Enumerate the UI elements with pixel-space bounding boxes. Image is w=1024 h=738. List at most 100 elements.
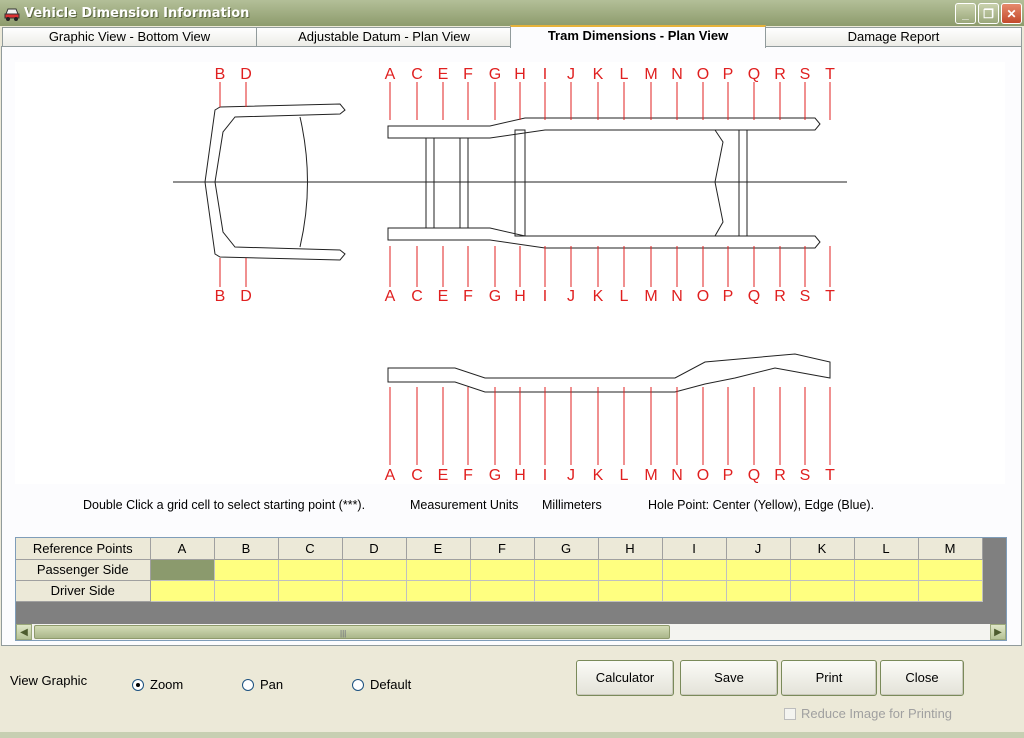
label-top-J: J: [567, 66, 575, 83]
restore-button[interactable]: ❐: [978, 3, 999, 24]
crossmember-4: [714, 129, 724, 237]
label-bottom-L: L: [620, 288, 629, 305]
radio-zoom[interactable]: Zoom: [132, 677, 183, 692]
tab-tram-dimensions[interactable]: Tram Dimensions - Plan View: [510, 25, 766, 48]
radio-default[interactable]: Default: [352, 677, 411, 692]
grid-column-header-J[interactable]: J: [726, 538, 791, 560]
grid-column-header-E[interactable]: E: [406, 538, 471, 560]
radio-default-indicator[interactable]: [352, 678, 364, 691]
close-window-button[interactable]: ✕: [1001, 3, 1022, 24]
calculator-button[interactable]: Calculator: [576, 660, 674, 696]
grid-cell[interactable]: [790, 559, 855, 581]
grid-cell[interactable]: [406, 580, 471, 602]
grid-cell[interactable]: [662, 559, 727, 581]
minimize-button[interactable]: _: [955, 3, 976, 24]
grid-cell[interactable]: [470, 580, 535, 602]
label-side-E: E: [438, 467, 449, 484]
instruction-text: Double Click a grid cell to select start…: [83, 498, 366, 512]
units-label: Measurement Units: [410, 498, 519, 512]
grid-cell[interactable]: [854, 559, 919, 581]
label-side-I: I: [543, 467, 547, 484]
label-bottom-H: H: [514, 288, 526, 305]
label-top-L: L: [620, 66, 629, 83]
grid-cell[interactable]: [470, 559, 535, 581]
scroll-left-icon[interactable]: ◀: [16, 624, 32, 640]
grid-row-header[interactable]: Driver Side: [16, 580, 151, 602]
print-button[interactable]: Print: [781, 660, 877, 696]
tab-damage-report[interactable]: Damage Report: [765, 27, 1022, 47]
grid-cell[interactable]: [726, 559, 791, 581]
grid-cell[interactable]: [534, 559, 599, 581]
grid-cell[interactable]: [342, 580, 407, 602]
grid-column-header-H[interactable]: H: [598, 538, 663, 560]
scroll-thumb[interactable]: |||: [34, 625, 670, 639]
label-bottom-I: I: [543, 288, 547, 305]
label-side-N: N: [671, 467, 683, 484]
label-top-A: A: [385, 66, 396, 83]
grid-cell[interactable]: [918, 559, 983, 581]
label-bottom-D: D: [240, 288, 252, 305]
grid-cell[interactable]: [598, 559, 663, 581]
frame-diagram[interactable]: BBDDAAACCCEEEFFFGGGHHHIIIJJJKKKLLLMMMNNN…: [15, 62, 1005, 484]
label-top-R: R: [774, 66, 786, 83]
close-button[interactable]: Close: [880, 660, 964, 696]
label-bottom-T: T: [825, 288, 835, 305]
label-side-A: A: [385, 467, 396, 484]
grid-cell[interactable]: [342, 559, 407, 581]
label-top-Q: Q: [748, 66, 760, 83]
label-top-B: B: [215, 66, 226, 83]
radio-pan-indicator[interactable]: [242, 678, 254, 691]
window-title: Vehicle Dimension Information: [24, 5, 250, 21]
reduce-image-box[interactable]: [784, 707, 796, 720]
grid-column-header-L[interactable]: L: [854, 538, 919, 560]
label-top-S: S: [800, 66, 811, 83]
save-button[interactable]: Save: [680, 660, 778, 696]
radio-pan[interactable]: Pan: [242, 677, 283, 692]
grid-cell[interactable]: [278, 580, 343, 602]
label-top-N: N: [671, 66, 683, 83]
grid-cell[interactable]: [150, 580, 215, 602]
grid-cell[interactable]: [214, 559, 279, 581]
horizontal-scrollbar[interactable]: ◀ ||| ▶: [16, 624, 1006, 640]
grid-cell[interactable]: [662, 580, 727, 602]
tab-adjustable-datum[interactable]: Adjustable Datum - Plan View: [256, 27, 512, 47]
grid-column-header-K[interactable]: K: [790, 538, 855, 560]
grid-cell[interactable]: [214, 580, 279, 602]
grid-column-header-I[interactable]: I: [662, 538, 727, 560]
label-side-R: R: [774, 467, 786, 484]
grid-column-header-D[interactable]: D: [342, 538, 407, 560]
radio-zoom-indicator[interactable]: [132, 678, 144, 691]
label-bottom-B: B: [215, 288, 226, 305]
grid-cell[interactable]: [726, 580, 791, 602]
grid-row-header[interactable]: Passenger Side: [16, 559, 151, 581]
grid-cell[interactable]: [406, 559, 471, 581]
grid-column-header-G[interactable]: G: [534, 538, 599, 560]
label-top-O: O: [697, 66, 709, 83]
grid-cell[interactable]: [150, 559, 215, 581]
scroll-right-icon[interactable]: ▶: [990, 624, 1006, 640]
label-top-T: T: [825, 66, 835, 83]
grid-column-header-A[interactable]: A: [150, 538, 215, 560]
tab-graphic-view[interactable]: Graphic View - Bottom View: [2, 27, 257, 47]
grid-cell[interactable]: [534, 580, 599, 602]
grid-cell[interactable]: [278, 559, 343, 581]
grid-cell[interactable]: [598, 580, 663, 602]
label-top-E: E: [438, 66, 449, 83]
grid-column-header-C[interactable]: C: [278, 538, 343, 560]
label-side-T: T: [825, 467, 835, 484]
grid-column-header-B[interactable]: B: [214, 538, 279, 560]
title-bar: Vehicle Dimension Information _ ❐ ✕: [0, 0, 1024, 26]
label-bottom-J: J: [567, 288, 575, 305]
grid-column-header-F[interactable]: F: [470, 538, 535, 560]
grid-cell[interactable]: [918, 580, 983, 602]
reduce-image-checkbox[interactable]: Reduce Image for Printing: [784, 706, 952, 721]
label-top-H: H: [514, 66, 526, 83]
label-side-L: L: [620, 467, 629, 484]
grid-cell[interactable]: [790, 580, 855, 602]
grid-column-header-M[interactable]: M: [918, 538, 983, 560]
grid-cell[interactable]: [854, 580, 919, 602]
label-top-P: P: [723, 66, 734, 83]
label-bottom-F: F: [463, 288, 473, 305]
label-bottom-G: G: [489, 288, 501, 305]
label-top-F: F: [463, 66, 473, 83]
